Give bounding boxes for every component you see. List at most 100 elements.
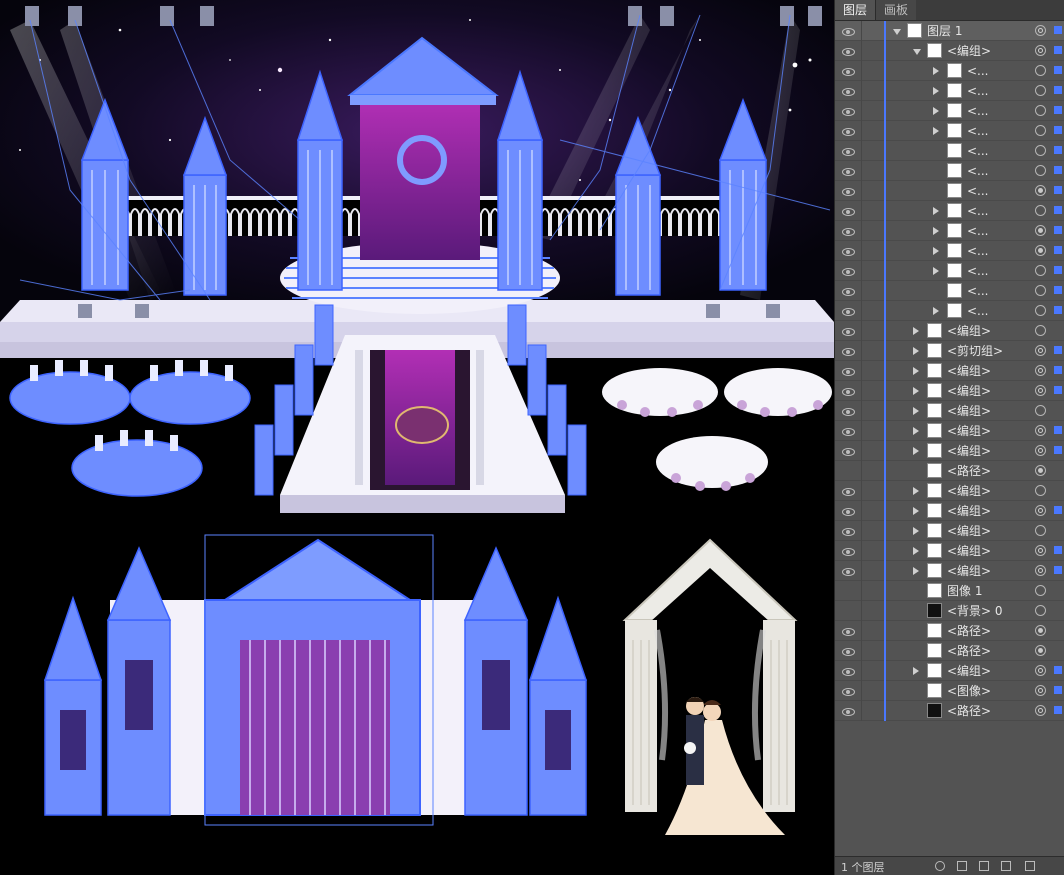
layer-row[interactable]: <剪切组> [835, 341, 1064, 361]
selection-indicator[interactable] [1054, 566, 1062, 574]
layer-name[interactable]: <... [967, 243, 989, 259]
target-circle-icon[interactable] [1035, 85, 1046, 96]
selection-indicator[interactable] [1054, 446, 1062, 454]
layer-row[interactable]: <路径> [835, 701, 1064, 721]
expand-right-icon[interactable] [913, 407, 919, 415]
expand-right-icon[interactable] [913, 567, 919, 575]
layer-row[interactable]: <... [835, 261, 1064, 281]
layer-name[interactable]: <... [967, 263, 989, 279]
target-circle-icon[interactable] [1035, 305, 1046, 316]
visibility-eye-icon[interactable] [841, 645, 855, 657]
target-circle-icon[interactable] [1035, 565, 1046, 576]
layer-name[interactable]: <... [967, 123, 989, 139]
target-circle-icon[interactable] [1035, 165, 1046, 176]
lock-column[interactable] [861, 661, 862, 681]
layer-row[interactable]: <背景> 0 [835, 601, 1064, 621]
visibility-eye-icon[interactable] [841, 125, 855, 137]
tab-layers[interactable]: 图层 [835, 0, 876, 20]
lock-column[interactable] [861, 501, 862, 521]
target-circle-icon[interactable] [1035, 605, 1046, 616]
expand-down-icon[interactable] [913, 49, 921, 55]
expand-right-icon[interactable] [913, 347, 919, 355]
lock-column[interactable] [861, 201, 862, 221]
selection-indicator[interactable] [1054, 666, 1062, 674]
visibility-eye-icon[interactable] [841, 285, 855, 297]
target-circle-icon[interactable] [1035, 345, 1046, 356]
lock-column[interactable] [861, 481, 862, 501]
visibility-eye-icon[interactable] [841, 405, 855, 417]
new-sublayer-icon[interactable] [979, 861, 989, 871]
target-circle-icon[interactable] [1035, 425, 1046, 436]
layer-row[interactable]: 图像 1 [835, 581, 1064, 601]
artboard-canvas[interactable] [0, 0, 834, 875]
selection-indicator[interactable] [1054, 706, 1062, 714]
layer-name[interactable]: <... [967, 83, 989, 99]
target-circle-icon[interactable] [1035, 125, 1046, 136]
layer-name[interactable]: <编组> [947, 543, 991, 559]
lock-column[interactable] [861, 701, 862, 721]
locate-object-icon[interactable] [935, 861, 945, 871]
target-circle-icon[interactable] [1035, 705, 1046, 716]
layer-row[interactable]: <编组> [835, 321, 1064, 341]
layer-name[interactable]: <路径> [947, 623, 991, 639]
lock-column[interactable] [861, 361, 862, 381]
expand-right-icon[interactable] [913, 527, 919, 535]
delete-layer-icon[interactable] [1025, 861, 1035, 871]
lock-column[interactable] [861, 601, 862, 621]
visibility-eye-icon[interactable] [841, 445, 855, 457]
target-circle-icon[interactable] [1035, 325, 1046, 336]
lock-column[interactable] [861, 141, 862, 161]
selection-indicator[interactable] [1054, 226, 1062, 234]
target-circle-icon[interactable] [1035, 185, 1046, 196]
layer-row[interactable]: <编组> [835, 481, 1064, 501]
selection-indicator[interactable] [1054, 366, 1062, 374]
expand-right-icon[interactable] [913, 667, 919, 675]
layer-name[interactable]: <编组> [947, 663, 991, 679]
target-circle-icon[interactable] [1035, 205, 1046, 216]
selection-indicator[interactable] [1054, 26, 1062, 34]
expand-right-icon[interactable] [913, 427, 919, 435]
expand-right-icon[interactable] [913, 547, 919, 555]
lock-column[interactable] [861, 21, 862, 41]
visibility-eye-icon[interactable] [841, 705, 855, 717]
visibility-eye-icon[interactable] [841, 425, 855, 437]
lock-column[interactable] [861, 521, 862, 541]
visibility-eye-icon[interactable] [841, 105, 855, 117]
layer-row[interactable]: <编组> [835, 561, 1064, 581]
target-circle-icon[interactable] [1035, 285, 1046, 296]
selection-indicator[interactable] [1054, 286, 1062, 294]
visibility-eye-icon[interactable] [841, 325, 855, 337]
lock-column[interactable] [861, 441, 862, 461]
visibility-eye-icon[interactable] [841, 665, 855, 677]
layer-row[interactable]: <... [835, 241, 1064, 261]
layer-row[interactable]: <编组> [835, 501, 1064, 521]
visibility-eye-icon[interactable] [841, 385, 855, 397]
lock-column[interactable] [861, 101, 862, 121]
tab-artboards[interactable]: 画板 [875, 0, 917, 20]
layer-row[interactable]: <图像> [835, 681, 1064, 701]
layer-name[interactable]: <... [967, 63, 989, 79]
layer-name[interactable]: <... [967, 203, 989, 219]
visibility-eye-icon[interactable] [841, 205, 855, 217]
expand-right-icon[interactable] [933, 307, 939, 315]
lock-column[interactable] [861, 621, 862, 641]
selection-indicator[interactable] [1054, 266, 1062, 274]
lock-column[interactable] [861, 181, 862, 201]
target-circle-icon[interactable] [1035, 525, 1046, 536]
layer-row[interactable]: <... [835, 301, 1064, 321]
target-circle-icon[interactable] [1035, 505, 1046, 516]
layer-name[interactable]: <编组> [947, 423, 991, 439]
lock-column[interactable] [861, 561, 862, 581]
target-circle-icon[interactable] [1035, 265, 1046, 276]
layer-name[interactable]: <... [967, 223, 989, 239]
selection-indicator[interactable] [1054, 86, 1062, 94]
layer-name[interactable]: <编组> [947, 503, 991, 519]
selection-indicator[interactable] [1054, 106, 1062, 114]
layer-name[interactable]: <... [967, 183, 989, 199]
layer-row[interactable]: <路径> [835, 621, 1064, 641]
layer-name[interactable]: <编组> [947, 443, 991, 459]
layer-name[interactable]: <... [967, 143, 989, 159]
visibility-eye-icon[interactable] [841, 25, 855, 37]
visibility-eye-icon[interactable] [841, 505, 855, 517]
layer-row[interactable]: <编组> [835, 441, 1064, 461]
